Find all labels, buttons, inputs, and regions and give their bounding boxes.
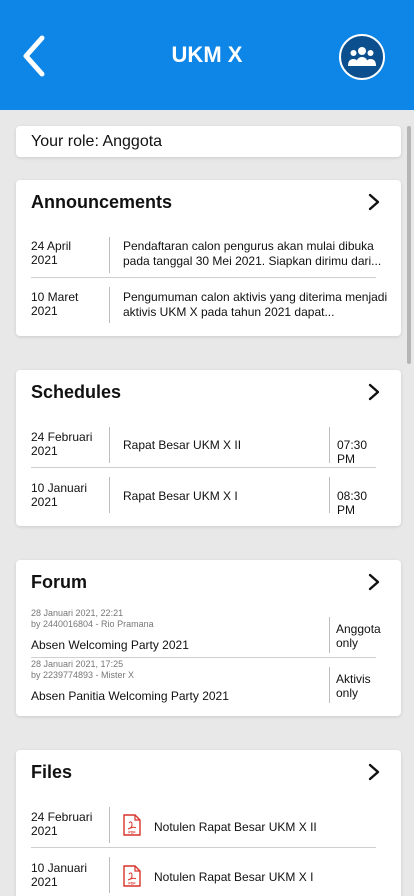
chevron-right-icon[interactable] (365, 572, 383, 592)
chevron-right-icon[interactable] (365, 192, 383, 212)
forum-thread[interactable]: 28 Januari 2021, 22:21 by 2440016804 - R… (31, 607, 381, 653)
divider (109, 807, 110, 843)
app-header: UKM X (0, 0, 414, 110)
scrollbar[interactable] (407, 126, 411, 364)
thread-timestamp: 28 Januari 2021, 22:21 (31, 608, 124, 618)
members-button[interactable] (339, 34, 385, 80)
row-divider (31, 277, 376, 278)
role-text: Your role: Anggota (31, 133, 163, 150)
schedules-card[interactable]: Schedules 24 Februari 2021 Rapat Besar U… (16, 370, 401, 526)
file-item[interactable]: 24 Februari 2021 PDF Notulen Rapat Besar… (31, 807, 376, 843)
schedule-date: 24 Februari 2021 (31, 430, 93, 458)
schedule-time: 07:30 PM (337, 438, 368, 466)
files-title: Files (31, 762, 73, 782)
file-item[interactable]: 10 Januari 2021 PDF Notulen Rapat Besar … (31, 857, 376, 893)
thread-topic: Absen Welcoming Party 2021 (31, 638, 189, 652)
divider (329, 477, 330, 513)
divider (109, 287, 110, 323)
schedule-date: 10 Januari 2021 (31, 481, 88, 509)
files-card[interactable]: Files 24 Februari 2021 PDF Notulen Rapat… (16, 750, 401, 896)
chevron-right-icon[interactable] (365, 762, 383, 782)
announcement-date: 24 April 2021 (31, 239, 72, 267)
announcement-text: Pendaftaran calon pengurus akan mulai di… (123, 239, 382, 268)
divider (329, 617, 330, 653)
pdf-file-icon: PDF (123, 865, 141, 887)
row-divider (31, 467, 376, 468)
schedule-time: 08:30 PM (337, 489, 368, 517)
thread-access: Aktivis only (336, 672, 371, 700)
group-icon (348, 47, 376, 66)
divider (109, 427, 110, 463)
row-divider (31, 847, 376, 848)
thread-timestamp: 28 Januari 2021, 17:25 (31, 659, 124, 669)
forum-title: Forum (31, 572, 87, 592)
forum-thread[interactable]: 28 Januari 2021, 17:25 by 2239774893 - M… (31, 658, 376, 704)
role-card: Your role: Anggota (16, 126, 401, 157)
divider (109, 237, 110, 273)
schedules-title: Schedules (31, 382, 122, 402)
svg-text:PDF: PDF (128, 831, 136, 835)
announcement-item[interactable]: 10 Maret 2021 Pengumuman calon aktivis y… (31, 287, 387, 323)
schedule-item[interactable]: 24 Februari 2021 Rapat Besar UKM X II 07… (31, 427, 376, 466)
file-name: Notulen Rapat Besar UKM X I (154, 870, 314, 884)
thread-access: Anggota only (336, 622, 381, 650)
file-date: 10 Januari 2021 (31, 861, 88, 889)
announcements-card[interactable]: Announcements 24 April 2021 Pendaftaran … (16, 180, 401, 336)
schedule-item[interactable]: 10 Januari 2021 Rapat Besar UKM X I 08:3… (31, 477, 376, 517)
divider (329, 667, 330, 703)
file-name: Notulen Rapat Besar UKM X II (154, 820, 317, 834)
announcement-date: 10 Maret 2021 (31, 290, 79, 318)
thread-author: by 2239774893 - Mister X (31, 670, 135, 680)
thread-author: by 2440016804 - Rio Pramana (31, 619, 154, 629)
announcements-title: Announcements (31, 192, 173, 212)
pdf-file-icon: PDF (123, 814, 141, 836)
svg-text:PDF: PDF (128, 882, 136, 886)
file-date: 24 Februari 2021 (31, 810, 93, 838)
thread-topic: Absen Panitia Welcoming Party 2021 (31, 689, 229, 703)
announcement-text: Pengumuman calon aktivis yang diterima m… (123, 290, 388, 319)
divider (329, 427, 330, 463)
divider (109, 857, 110, 893)
forum-card[interactable]: Forum 28 Januari 2021, 22:21 by 24400168… (16, 560, 401, 716)
divider (109, 477, 110, 513)
chevron-right-icon[interactable] (365, 382, 383, 402)
announcement-item[interactable]: 24 April 2021 Pendaftaran calon pengurus… (31, 237, 381, 273)
